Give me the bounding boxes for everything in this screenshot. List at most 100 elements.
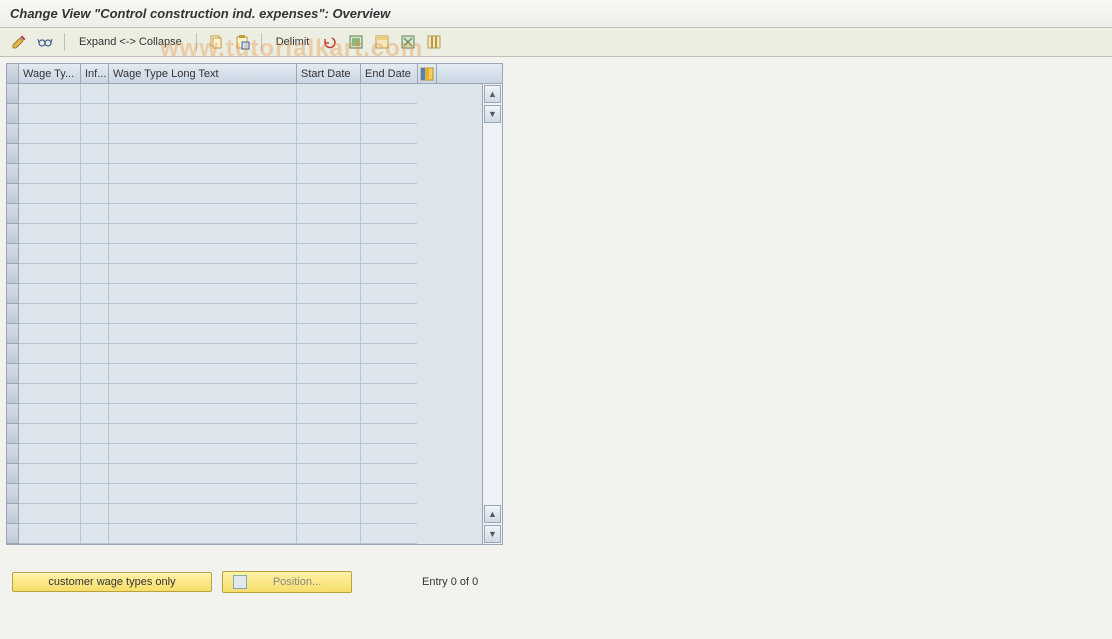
cell-start-date[interactable] — [297, 284, 361, 304]
row-selector[interactable] — [7, 424, 19, 444]
cell-wage-type[interactable] — [19, 424, 81, 444]
column-header-long-text[interactable]: Wage Type Long Text — [109, 64, 297, 83]
cell-end-date[interactable] — [361, 484, 417, 504]
table-row[interactable] — [7, 284, 482, 304]
cell-info[interactable] — [81, 124, 109, 144]
cell-start-date[interactable] — [297, 224, 361, 244]
cell-info[interactable] — [81, 344, 109, 364]
configure-columns-button[interactable] — [417, 64, 437, 83]
table-row[interactable] — [7, 304, 482, 324]
cell-info[interactable] — [81, 404, 109, 424]
cell-end-date[interactable] — [361, 364, 417, 384]
cell-end-date[interactable] — [361, 104, 417, 124]
select-all-header[interactable] — [7, 64, 19, 83]
cell-end-date[interactable] — [361, 384, 417, 404]
cell-info[interactable] — [81, 264, 109, 284]
row-selector[interactable] — [7, 304, 19, 324]
cell-info[interactable] — [81, 84, 109, 104]
cell-info[interactable] — [81, 184, 109, 204]
cell-info[interactable] — [81, 104, 109, 124]
cell-end-date[interactable] — [361, 404, 417, 424]
cell-end-date[interactable] — [361, 324, 417, 344]
cell-info[interactable] — [81, 524, 109, 544]
cell-long-text[interactable] — [109, 184, 297, 204]
row-selector[interactable] — [7, 284, 19, 304]
table-row[interactable] — [7, 164, 482, 184]
cell-long-text[interactable] — [109, 444, 297, 464]
cell-wage-type[interactable] — [19, 284, 81, 304]
cell-start-date[interactable] — [297, 404, 361, 424]
cell-end-date[interactable] — [361, 344, 417, 364]
cell-start-date[interactable] — [297, 124, 361, 144]
cell-wage-type[interactable] — [19, 504, 81, 524]
row-selector[interactable] — [7, 344, 19, 364]
table-row[interactable] — [7, 144, 482, 164]
cell-start-date[interactable] — [297, 304, 361, 324]
scroll-down-button[interactable]: ▼ — [484, 105, 501, 123]
cell-end-date[interactable] — [361, 504, 417, 524]
cell-long-text[interactable] — [109, 84, 297, 104]
cell-wage-type[interactable] — [19, 84, 81, 104]
table-row[interactable] — [7, 384, 482, 404]
cell-start-date[interactable] — [297, 344, 361, 364]
cell-end-date[interactable] — [361, 144, 417, 164]
cell-wage-type[interactable] — [19, 204, 81, 224]
cell-long-text[interactable] — [109, 324, 297, 344]
deselect-all-button[interactable] — [397, 32, 419, 52]
cell-wage-type[interactable] — [19, 364, 81, 384]
column-header-start-date[interactable]: Start Date — [297, 64, 361, 83]
cell-long-text[interactable] — [109, 464, 297, 484]
table-row[interactable] — [7, 244, 482, 264]
expand-collapse-button[interactable]: Expand <-> Collapse — [73, 32, 188, 52]
table-row[interactable] — [7, 404, 482, 424]
scroll-down-button-bottom[interactable]: ▼ — [484, 525, 501, 543]
cell-wage-type[interactable] — [19, 124, 81, 144]
row-selector[interactable] — [7, 524, 19, 544]
column-header-end-date[interactable]: End Date — [361, 64, 417, 83]
table-row[interactable] — [7, 264, 482, 284]
cell-start-date[interactable] — [297, 424, 361, 444]
column-header-info[interactable]: Inf... — [81, 64, 109, 83]
row-selector[interactable] — [7, 264, 19, 284]
cell-start-date[interactable] — [297, 444, 361, 464]
cell-info[interactable] — [81, 204, 109, 224]
cell-end-date[interactable] — [361, 184, 417, 204]
table-row[interactable] — [7, 124, 482, 144]
cell-long-text[interactable] — [109, 244, 297, 264]
cell-long-text[interactable] — [109, 104, 297, 124]
row-selector[interactable] — [7, 84, 19, 104]
row-selector[interactable] — [7, 364, 19, 384]
cell-info[interactable] — [81, 484, 109, 504]
table-row[interactable] — [7, 444, 482, 464]
cell-wage-type[interactable] — [19, 444, 81, 464]
row-selector[interactable] — [7, 504, 19, 524]
cell-end-date[interactable] — [361, 264, 417, 284]
cell-long-text[interactable] — [109, 164, 297, 184]
cell-start-date[interactable] — [297, 324, 361, 344]
cell-start-date[interactable] — [297, 184, 361, 204]
cell-start-date[interactable] — [297, 204, 361, 224]
cell-info[interactable] — [81, 384, 109, 404]
table-row[interactable] — [7, 324, 482, 344]
cell-long-text[interactable] — [109, 304, 297, 324]
cell-start-date[interactable] — [297, 244, 361, 264]
cell-long-text[interactable] — [109, 264, 297, 284]
cell-end-date[interactable] — [361, 284, 417, 304]
customer-wage-types-button[interactable]: customer wage types only — [12, 572, 212, 592]
cell-long-text[interactable] — [109, 484, 297, 504]
cell-info[interactable] — [81, 424, 109, 444]
table-row[interactable] — [7, 344, 482, 364]
cell-end-date[interactable] — [361, 224, 417, 244]
table-row[interactable] — [7, 484, 482, 504]
scroll-track[interactable] — [483, 124, 502, 504]
copy-button[interactable] — [205, 32, 227, 52]
cell-wage-type[interactable] — [19, 264, 81, 284]
cell-info[interactable] — [81, 284, 109, 304]
cell-start-date[interactable] — [297, 104, 361, 124]
row-selector[interactable] — [7, 104, 19, 124]
cell-start-date[interactable] — [297, 144, 361, 164]
cell-long-text[interactable] — [109, 384, 297, 404]
cell-end-date[interactable] — [361, 424, 417, 444]
cell-start-date[interactable] — [297, 164, 361, 184]
cell-info[interactable] — [81, 504, 109, 524]
